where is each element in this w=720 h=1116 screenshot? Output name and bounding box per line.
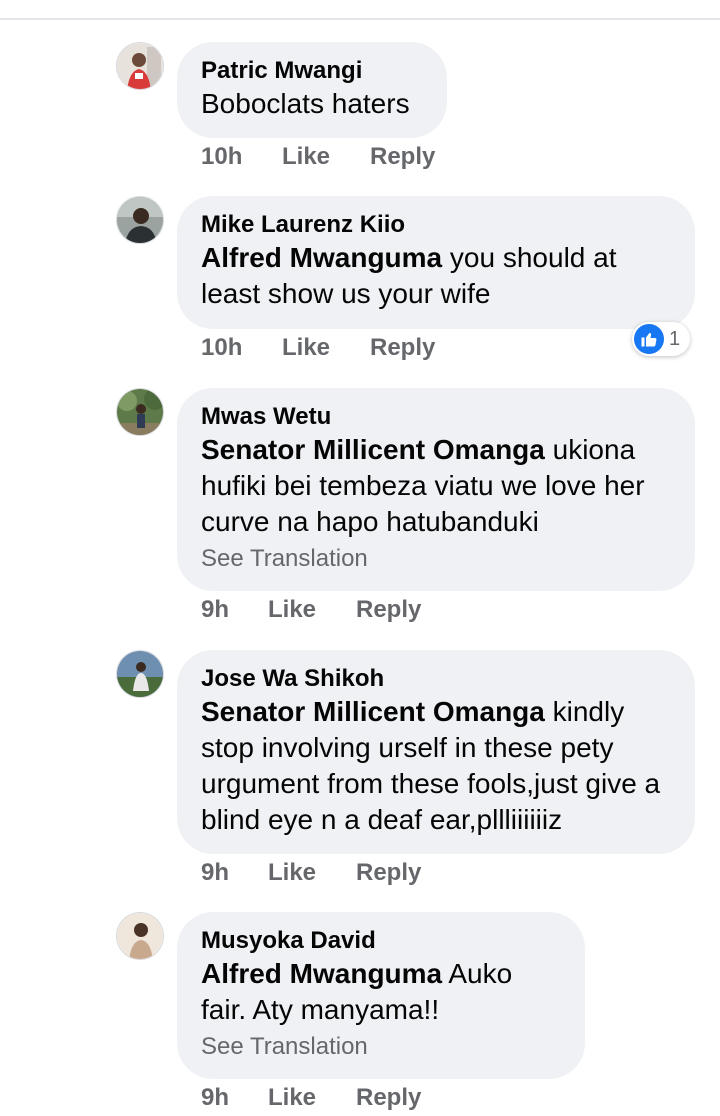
comment-actions: 10h Like Reply (201, 142, 435, 172)
comment-text: Senator Millicent Omanga ukiona hufiki b… (201, 432, 671, 540)
avatar[interactable] (116, 388, 164, 436)
comment-text: Boboclats haters (201, 86, 423, 122)
like-button[interactable]: Like (282, 142, 370, 172)
mention-link[interactable]: Senator Millicent Omanga (201, 434, 545, 465)
comment-bubble: Mwas Wetu Senator Millicent Omanga ukion… (177, 388, 695, 591)
comment-bubble: Musyoka David Alfred Mwanguma Auko fair.… (177, 912, 585, 1079)
comment-actions: 9h Like Reply (201, 1083, 421, 1113)
see-translation-link[interactable]: See Translation (201, 1032, 561, 1062)
top-divider (0, 18, 720, 20)
like-button[interactable]: Like (282, 333, 370, 363)
comment-timestamp[interactable]: 10h (201, 142, 282, 172)
avatar[interactable] (116, 650, 164, 698)
like-button[interactable]: Like (268, 595, 356, 625)
avatar[interactable] (116, 42, 164, 90)
reply-button[interactable]: Reply (356, 858, 421, 888)
reply-button[interactable]: Reply (356, 595, 421, 625)
reaction-summary[interactable]: 1 (632, 322, 690, 356)
mention-link[interactable]: Alfred Mwanguma (201, 242, 442, 273)
reply-button[interactable]: Reply (356, 1083, 421, 1113)
reaction-count: 1 (669, 327, 681, 350)
comment-actions: 9h Like Reply (201, 858, 421, 888)
reply-button[interactable]: Reply (370, 333, 435, 363)
comment-timestamp[interactable]: 9h (201, 595, 268, 625)
comment-bubble: Mike Laurenz Kiio Alfred Mwanguma you sh… (177, 196, 695, 329)
comment-text: Senator Millicent Omanga kindly stop inv… (201, 694, 671, 838)
avatar[interactable] (116, 912, 164, 960)
comment-author[interactable]: Musyoka David (201, 926, 561, 956)
comment-timestamp[interactable]: 9h (201, 1083, 268, 1113)
comment-author[interactable]: Mike Laurenz Kiio (201, 210, 671, 240)
like-button[interactable]: Like (268, 858, 356, 888)
comment-timestamp[interactable]: 10h (201, 333, 282, 363)
reply-button[interactable]: Reply (370, 142, 435, 172)
comment-bubble: Patric Mwangi Boboclats haters (177, 42, 447, 138)
comment-actions: 9h Like Reply (201, 595, 421, 625)
comment-author[interactable]: Mwas Wetu (201, 402, 671, 432)
comment-actions: 10h Like Reply (201, 333, 435, 363)
mention-link[interactable]: Alfred Mwanguma (201, 958, 442, 989)
comment-author[interactable]: Jose Wa Shikoh (201, 664, 671, 694)
mention-link[interactable]: Senator Millicent Omanga (201, 696, 545, 727)
comment-timestamp[interactable]: 9h (201, 858, 268, 888)
like-reaction-icon (634, 324, 664, 354)
comment-author[interactable]: Patric Mwangi (201, 56, 423, 86)
comment-text: Alfred Mwanguma you should at least show… (201, 240, 671, 312)
comment-text: Alfred Mwanguma Auko fair. Aty manyama!! (201, 956, 561, 1028)
see-translation-link[interactable]: See Translation (201, 544, 671, 574)
like-button[interactable]: Like (268, 1083, 356, 1113)
comment-body: Boboclats haters (201, 88, 410, 119)
comment-bubble: Jose Wa Shikoh Senator Millicent Omanga … (177, 650, 695, 854)
avatar[interactable] (116, 196, 164, 244)
